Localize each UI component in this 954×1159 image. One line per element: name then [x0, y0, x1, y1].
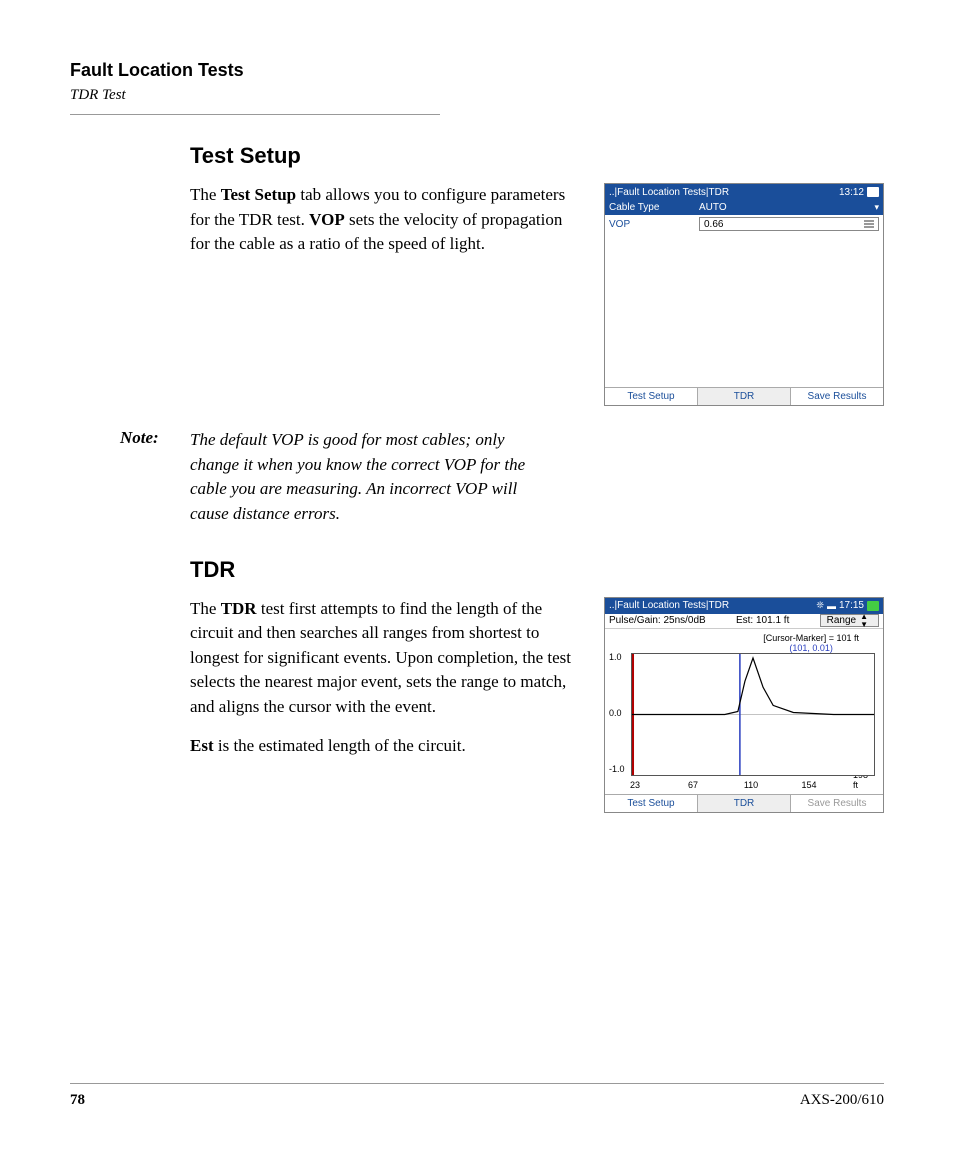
tab-tdr[interactable]: TDR	[698, 388, 791, 405]
y-tick: -1.0	[609, 764, 625, 774]
chart-plot-area	[631, 653, 875, 776]
tab-tdr[interactable]: TDR	[698, 795, 791, 812]
chevron-down-icon: ▾	[874, 202, 879, 213]
x-tick: 110	[744, 780, 758, 790]
vop-label: VOP	[609, 219, 699, 230]
bold-text: Test Setup	[221, 185, 296, 204]
keyboard-icon	[864, 220, 874, 228]
tdr-trace-svg	[632, 654, 874, 775]
cursor-point-text: (101, 0.01)	[763, 643, 859, 653]
tdr-chart: [Cursor-Marker] = 101 ft (101, 0.01) 1.0…	[605, 629, 883, 794]
tab-test-setup[interactable]: Test Setup	[605, 388, 698, 405]
x-tick: 23	[630, 780, 640, 790]
range-label: Range	[827, 615, 856, 626]
tab-save-results[interactable]: Save Results	[791, 388, 883, 405]
y-tick: 0.0	[609, 708, 622, 718]
section-heading-test-setup: Test Setup	[190, 143, 884, 169]
bold-text: Est	[190, 736, 214, 755]
x-tick: 67	[688, 780, 698, 790]
text: The	[190, 599, 221, 618]
bold-text: TDR	[221, 599, 257, 618]
pulse-gain-text: Pulse/Gain: 25ns/0dB	[609, 615, 706, 626]
y-tick: 1.0	[609, 652, 622, 662]
battery-icon	[867, 601, 879, 611]
tdr-status-row: Pulse/Gain: 25ns/0dB Est: 101.1 ft Range…	[605, 614, 883, 629]
page-footer: 78 AXS-200/610	[70, 1083, 884, 1109]
vop-row: VOP 0.66	[605, 215, 883, 233]
device-screenshot-tdr: ..|Fault Location Tests|TDR ❊ ▬ 17:15 Pu…	[604, 597, 884, 813]
tdr-paragraph: The TDR test first attempts to find the …	[190, 597, 584, 759]
x-tick: 154	[801, 780, 816, 790]
range-button[interactable]: Range ▲▼	[820, 614, 879, 627]
cable-type-row[interactable]: Cable Type AUTO ▾	[605, 200, 883, 215]
page-number: 78	[70, 1092, 85, 1109]
header-divider	[70, 114, 440, 115]
breadcrumb: ..|Fault Location Tests|TDR	[609, 187, 729, 198]
signal-icon: ▬	[827, 601, 836, 611]
est-text: Est: 101.1 ft	[736, 615, 789, 626]
chapter-subtitle: TDR Test	[70, 87, 884, 104]
breadcrumb: ..|Fault Location Tests|TDR	[609, 600, 729, 611]
battery-icon	[867, 187, 879, 197]
note-text: The default VOP is good for most cables;…	[190, 428, 550, 527]
text: is the estimated length of the circuit.	[214, 736, 466, 755]
status-area: 13:12	[839, 187, 879, 198]
clock-text: 13:12	[839, 187, 864, 198]
bold-text: VOP	[309, 210, 345, 229]
cable-type-label: Cable Type	[609, 202, 699, 213]
tab-save-results[interactable]: Save Results	[791, 795, 883, 812]
vop-input[interactable]: 0.66	[699, 217, 879, 231]
note-label: Note:	[120, 428, 180, 448]
test-setup-paragraph: The Test Setup tab allows you to configu…	[190, 183, 584, 257]
device-screenshot-test-setup: ..|Fault Location Tests|TDR 13:12 Cable …	[604, 183, 884, 406]
bluetooth-icon: ❊	[816, 600, 824, 611]
chart-annotation: [Cursor-Marker] = 101 ft (101, 0.01)	[763, 633, 859, 653]
status-area: ❊ ▬ 17:15	[816, 600, 879, 611]
chapter-title: Fault Location Tests	[70, 60, 884, 81]
note-block: Note: The default VOP is good for most c…	[120, 428, 884, 527]
product-model: AXS-200/610	[800, 1092, 884, 1109]
device-titlebar: ..|Fault Location Tests|TDR ❊ ▬ 17:15	[605, 598, 883, 614]
device-titlebar: ..|Fault Location Tests|TDR 13:12	[605, 184, 883, 200]
device-tabs: Test Setup TDR Save Results	[605, 387, 883, 405]
vop-value: 0.66	[704, 219, 723, 230]
device-tabs: Test Setup TDR Save Results	[605, 794, 883, 812]
tab-test-setup[interactable]: Test Setup	[605, 795, 698, 812]
cursor-marker-text: [Cursor-Marker] = 101 ft	[763, 633, 859, 643]
text: The	[190, 185, 221, 204]
clock-text: 17:15	[839, 600, 864, 611]
updown-icon: ▲▼	[860, 613, 868, 629]
device-body	[605, 233, 883, 387]
section-heading-tdr: TDR	[190, 557, 884, 583]
cable-type-value: AUTO	[699, 202, 874, 213]
